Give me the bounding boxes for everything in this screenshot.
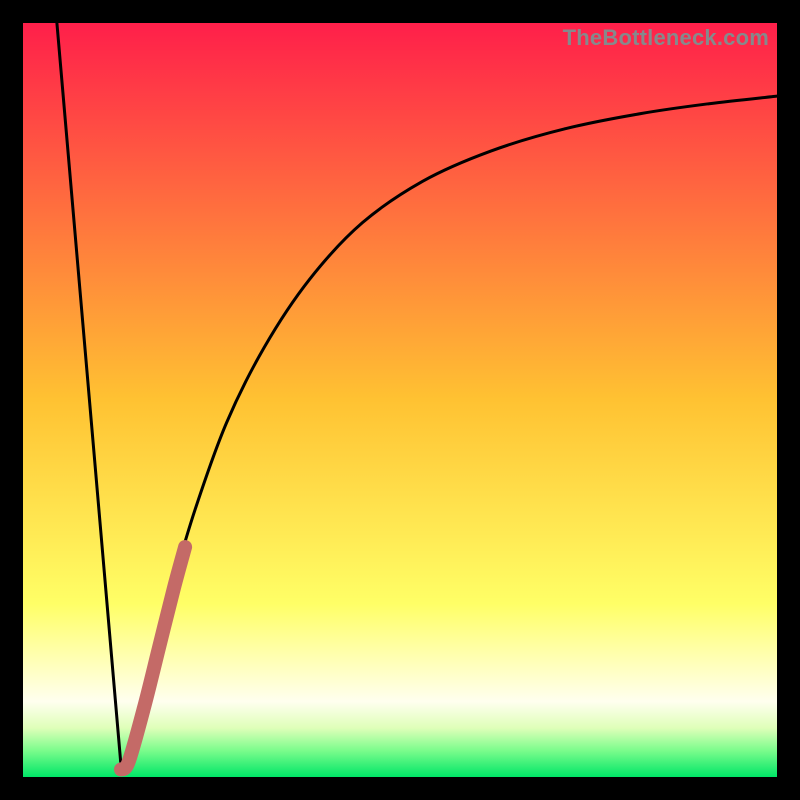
watermark-text: TheBottleneck.com (563, 25, 769, 51)
gradient-background (23, 23, 777, 777)
chart-svg (23, 23, 777, 777)
chart-frame: TheBottleneck.com (0, 0, 800, 800)
plot-area: TheBottleneck.com (23, 23, 777, 777)
